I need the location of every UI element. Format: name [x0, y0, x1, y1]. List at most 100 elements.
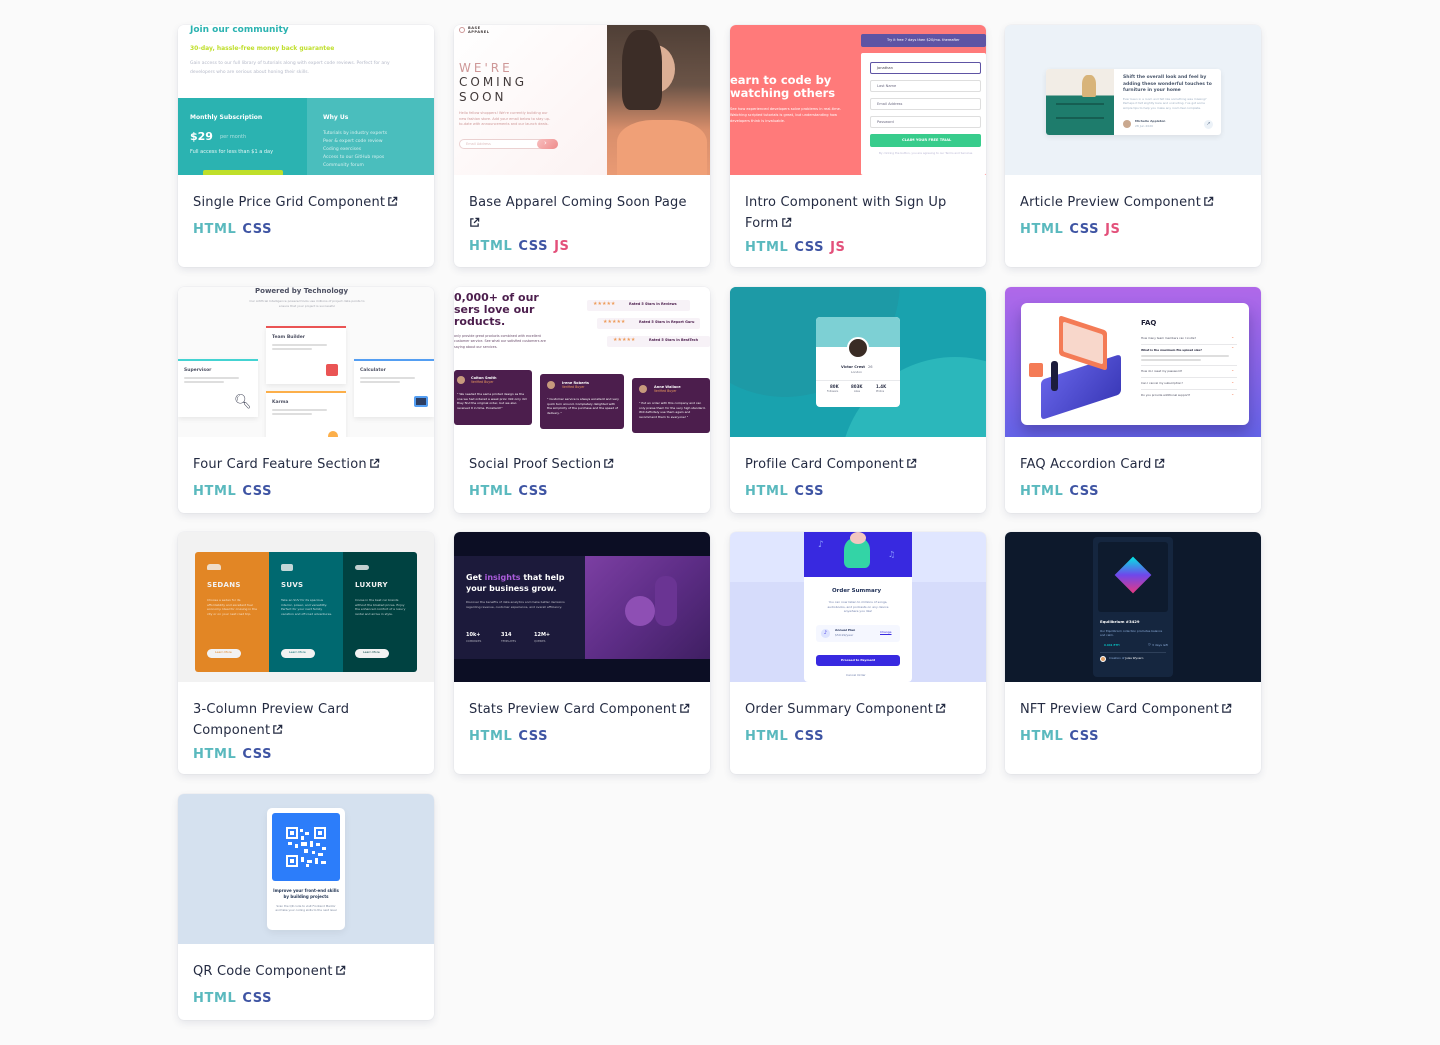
- column-sedans: SEDANS Choose a sedan for its affordabil…: [195, 552, 269, 672]
- first-name-field[interactable]: Jonathan: [870, 62, 981, 74]
- challenge-card[interactable]: 0,000+ of our sers love our roducts. onl…: [454, 287, 710, 513]
- tag-css: CSS: [518, 728, 549, 744]
- card-title-link[interactable]: QR Code Component: [193, 960, 419, 981]
- learn-more-button[interactable]: Learn More: [355, 649, 389, 658]
- challenge-card[interactable]: Victor Crest 26 London 80K Followers 803…: [730, 287, 986, 513]
- rating-box: ★★★★★ Rated 5 Stars in BestTech: [607, 336, 710, 347]
- card-title-link[interactable]: Profile Card Component: [745, 453, 971, 474]
- tag-js: JS: [830, 240, 846, 255]
- tech-tags: HTML CSS: [193, 222, 419, 237]
- learn-more-button[interactable]: Learn More: [281, 649, 315, 658]
- music-note-icon: ♪: [818, 540, 824, 550]
- tag-css: CSS: [242, 221, 273, 237]
- submit-button[interactable]: ›: [537, 139, 558, 149]
- card-title-link[interactable]: Social Proof Section: [469, 453, 695, 474]
- feature-card-team-builder: Team Builder: [266, 326, 346, 384]
- card-preview-image[interactable]: ♪ ♫ Order Summary You can now listen to …: [730, 532, 986, 682]
- signup-form: Jonathan Last Name Email Address Passwor…: [861, 53, 986, 175]
- card-preview-image[interactable]: 0,000+ of our sers love our roducts. onl…: [454, 287, 710, 437]
- tag-css: CSS: [242, 747, 273, 762]
- testimonial-card: Colton Smith Verified Buyer " We needed …: [454, 370, 532, 425]
- challenge-card[interactable]: BASE APPAREL WE'RE COMING SOON Hello fel…: [454, 25, 710, 267]
- external-link-icon: [1154, 458, 1164, 468]
- tech-tags: HTML CSS JS: [469, 239, 695, 254]
- feature-card-supervisor: Supervisor 🔍︎: [178, 359, 258, 417]
- cancel-order-link[interactable]: Cancel Order: [846, 673, 866, 677]
- challenge-card[interactable]: Improve your front-end skills by buildin…: [178, 794, 434, 1020]
- challenge-card[interactable]: FAQ How many team members can I invite? …: [1005, 287, 1261, 513]
- card-title-link[interactable]: Stats Preview Card Component: [469, 698, 695, 719]
- challenge-card[interactable]: SEDANS Choose a sedan for its affordabil…: [178, 532, 434, 774]
- stars-icon: ★★★★★: [593, 301, 616, 307]
- card-preview-image[interactable]: BASE APPAREL WE'RE COMING SOON Hello fel…: [454, 25, 710, 175]
- change-plan-link[interactable]: Change: [880, 630, 892, 634]
- challenge-card[interactable]: Shift the overall look and feel by addin…: [1005, 25, 1261, 267]
- card-title-link[interactable]: Single Price Grid Component: [193, 191, 419, 212]
- card-preview-image[interactable]: Shift the overall look and feel by addin…: [1005, 25, 1261, 175]
- tag-html: HTML: [193, 221, 237, 237]
- clock-icon: ◷: [1148, 642, 1151, 646]
- card-title-link[interactable]: Article Preview Component: [1020, 191, 1246, 212]
- claim-trial-button[interactable]: CLAIM YOUR FREE TRIAL: [870, 134, 981, 147]
- challenge-card[interactable]: Equilibrium #3429 Our Equilibrium collec…: [1005, 532, 1261, 774]
- card-title-link[interactable]: Intro Component with Sign Up Form: [745, 191, 970, 232]
- tech-tags: HTML CSS: [469, 729, 695, 744]
- card-preview-image[interactable]: Join our community 30-day, hassle-free m…: [178, 25, 434, 175]
- card-preview-image[interactable]: Equilibrium #3429 Our Equilibrium collec…: [1005, 532, 1261, 682]
- tag-css: CSS: [518, 483, 549, 499]
- card-title: Base Apparel Coming Soon Page: [469, 195, 687, 210]
- card-preview-image[interactable]: Powered by Technology Our Artificial Int…: [178, 287, 434, 437]
- external-link-icon: [470, 217, 480, 227]
- card-title-link[interactable]: FAQ Accordion Card: [1020, 453, 1246, 474]
- email-field[interactable]: Email Address: [870, 98, 981, 110]
- card-preview-image[interactable]: earn to code by watching others See how …: [730, 25, 986, 175]
- karma-icon: [328, 431, 338, 437]
- car-icon: [281, 564, 293, 571]
- share-icon[interactable]: ↗: [1204, 120, 1213, 129]
- card-preview-image[interactable]: SEDANS Choose a sedan for its affordabil…: [178, 532, 434, 682]
- avatar: [1100, 656, 1106, 662]
- tag-css: CSS: [794, 483, 825, 499]
- card-title-link[interactable]: Order Summary Component: [745, 698, 971, 719]
- card-preview-image[interactable]: FAQ How many team members can I invite? …: [1005, 287, 1261, 437]
- card-title-link[interactable]: NFT Preview Card Component: [1020, 698, 1246, 719]
- proceed-payment-button[interactable]: Proceed to Payment: [816, 655, 900, 666]
- tag-html: HTML: [1020, 483, 1064, 499]
- avatar: [639, 385, 647, 393]
- tag-css: CSS: [794, 728, 825, 744]
- tag-css: CSS: [1069, 221, 1100, 237]
- tech-tags: HTML CSS: [193, 747, 419, 762]
- card-title: Intro Component with Sign Up Form: [745, 195, 947, 231]
- password-field[interactable]: Password: [870, 116, 981, 128]
- avatar: [847, 337, 869, 359]
- drawers-image: [1046, 69, 1114, 135]
- external-link-icon: [907, 458, 917, 468]
- card-preview-image[interactable]: Improve your front-end skills by buildin…: [178, 794, 434, 944]
- card-preview-image[interactable]: Victor Crest 26 London 80K Followers 803…: [730, 287, 986, 437]
- challenge-card[interactable]: Get insights that help your business gro…: [454, 532, 710, 774]
- challenge-card[interactable]: Powered by Technology Our Artificial Int…: [178, 287, 434, 513]
- last-name-field[interactable]: Last Name: [870, 80, 981, 92]
- tag-html: HTML: [745, 728, 789, 744]
- card-title-link[interactable]: 3-Column Preview Card Component: [193, 698, 393, 739]
- tech-tags: HTML CSS JS: [1020, 222, 1246, 237]
- faq-card: FAQ How many team members can I invite? …: [1021, 303, 1249, 425]
- column-suvs: SUVS Take an SUV for its spacious interi…: [269, 552, 343, 672]
- challenge-card[interactable]: earn to code by watching others See how …: [730, 25, 986, 267]
- card-title-link[interactable]: Base Apparel Coming Soon Page: [469, 191, 695, 231]
- order-summary-card: ♪ ♫ Order Summary You can now listen to …: [804, 532, 912, 682]
- avatar: [547, 381, 555, 389]
- tag-html: HTML: [1020, 221, 1064, 237]
- card-title: QR Code Component: [193, 964, 333, 979]
- magnifier-icon: 🔍︎: [234, 394, 252, 410]
- challenge-card[interactable]: ♪ ♫ Order Summary You can now listen to …: [730, 532, 986, 774]
- challenge-card[interactable]: Join our community 30-day, hassle-free m…: [178, 25, 434, 267]
- card-title-link[interactable]: Four Card Feature Section: [193, 453, 419, 474]
- learn-more-button[interactable]: Learn More: [207, 649, 241, 658]
- tag-css: CSS: [794, 240, 825, 255]
- card-title: Social Proof Section: [469, 457, 602, 472]
- external-link-icon: [936, 703, 946, 713]
- avatar: [457, 376, 465, 384]
- tech-tags: HTML CSS: [745, 729, 971, 744]
- card-preview-image[interactable]: Get insights that help your business gro…: [454, 532, 710, 682]
